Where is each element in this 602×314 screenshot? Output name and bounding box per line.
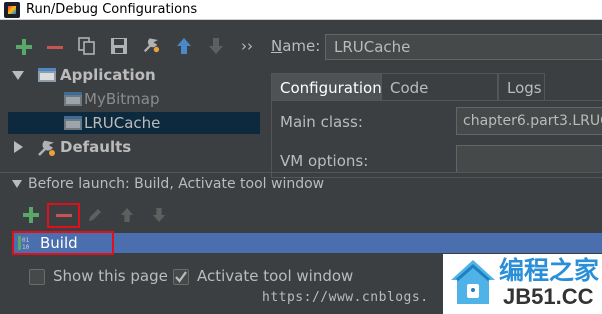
watermark-url: https://www.cnblogs. — [262, 290, 429, 305]
tree-label-lrucache: LRUCache — [84, 114, 161, 132]
tree-label-application: Application — [60, 66, 156, 84]
house-logo-icon — [451, 260, 495, 304]
window-title: Run/Debug Configurations — [26, 2, 198, 17]
move-down-button[interactable] — [207, 37, 225, 55]
watermark-logo-domain: JB51.CC — [503, 284, 594, 309]
watermark-logo-cn: 编程之家 — [499, 256, 600, 285]
plus-icon — [23, 207, 39, 223]
name-label-mnemonic: N — [271, 37, 283, 55]
vm-options-input[interactable] — [456, 145, 602, 173]
expand-arrow-icon[interactable] — [12, 71, 24, 80]
task-move-up-button[interactable] — [118, 206, 136, 224]
arrow-up-icon — [120, 208, 134, 222]
before-launch-header[interactable]: Before launch: Build, Activate tool wind… — [12, 176, 324, 192]
annotation-highlight-remove — [47, 203, 80, 228]
watermark-logo: 编程之家 JB51.CC — [443, 254, 602, 314]
save-configuration-button[interactable] — [110, 37, 128, 55]
more-toolbar-button[interactable]: ›› — [241, 37, 253, 55]
add-configuration-button[interactable] — [15, 38, 33, 56]
main-class-input[interactable]: chapter6.part3.LRUCache — [456, 107, 602, 135]
main-class-label: Main class: — [280, 113, 363, 131]
add-task-button[interactable] — [22, 206, 40, 224]
tree-label-mybitmap: MyBitmap — [84, 90, 160, 108]
tree-label-defaults: Defaults — [60, 138, 132, 156]
tab-configuration[interactable]: Configuration — [271, 73, 382, 101]
minus-icon — [47, 45, 63, 49]
intellij-logo-icon — [4, 2, 20, 18]
name-input[interactable]: LRUCache — [325, 34, 602, 60]
tree-node-defaults[interactable]: Defaults — [8, 136, 260, 158]
arrow-down-icon — [209, 38, 223, 54]
collapse-arrow-icon[interactable] — [12, 180, 22, 188]
title-bar: Run/Debug Configurations — [0, 0, 602, 20]
move-up-button[interactable] — [175, 37, 193, 55]
wrench-icon — [38, 140, 55, 156]
tree-item-lrucache[interactable]: LRUCache — [8, 112, 260, 134]
name-label: Name: — [271, 37, 320, 55]
tree-item-mybitmap[interactable]: MyBitmap — [8, 88, 260, 110]
tree-node-application[interactable]: Application — [8, 64, 260, 86]
edit-defaults-button[interactable] — [142, 36, 160, 54]
checkmark-icon — [175, 271, 187, 283]
annotation-highlight-build — [12, 231, 114, 255]
edit-task-button[interactable] — [86, 206, 104, 224]
tab-logs[interactable]: Logs — [498, 73, 545, 101]
arrow-up-icon — [177, 38, 191, 54]
configuration-tree[interactable]: Application MyBitmap LRUCache Defaults — [8, 64, 260, 174]
collapse-arrow-icon[interactable] — [14, 141, 23, 153]
pencil-icon — [89, 209, 101, 221]
show-this-page-label[interactable]: Show this page — [53, 267, 168, 285]
copy-icon — [78, 37, 95, 55]
application-icon — [64, 116, 82, 130]
tab-code-coverage[interactable]: Code Coverage — [381, 73, 498, 125]
save-icon — [111, 38, 127, 54]
activate-tool-window-checkbox[interactable] — [173, 269, 189, 285]
configuration-panel: Main class: chapter6.part3.LRUCache VM o… — [271, 100, 602, 178]
before-launch-label: Before launch: Build, Activate tool wind… — [28, 176, 325, 192]
copy-configuration-button[interactable] — [78, 37, 96, 55]
task-move-down-button[interactable] — [150, 206, 168, 224]
application-icon — [38, 68, 56, 82]
remove-configuration-button[interactable] — [46, 38, 64, 56]
show-this-page-checkbox[interactable] — [29, 269, 45, 285]
plus-icon — [16, 39, 32, 55]
application-icon — [64, 92, 82, 106]
wrench-icon — [143, 38, 160, 53]
name-label-rest: ame: — [282, 37, 321, 55]
vm-options-label: VM options: — [280, 152, 369, 170]
section-divider — [0, 172, 602, 173]
activate-tool-window-label[interactable]: Activate tool window — [197, 267, 353, 285]
arrow-down-icon — [152, 208, 166, 222]
